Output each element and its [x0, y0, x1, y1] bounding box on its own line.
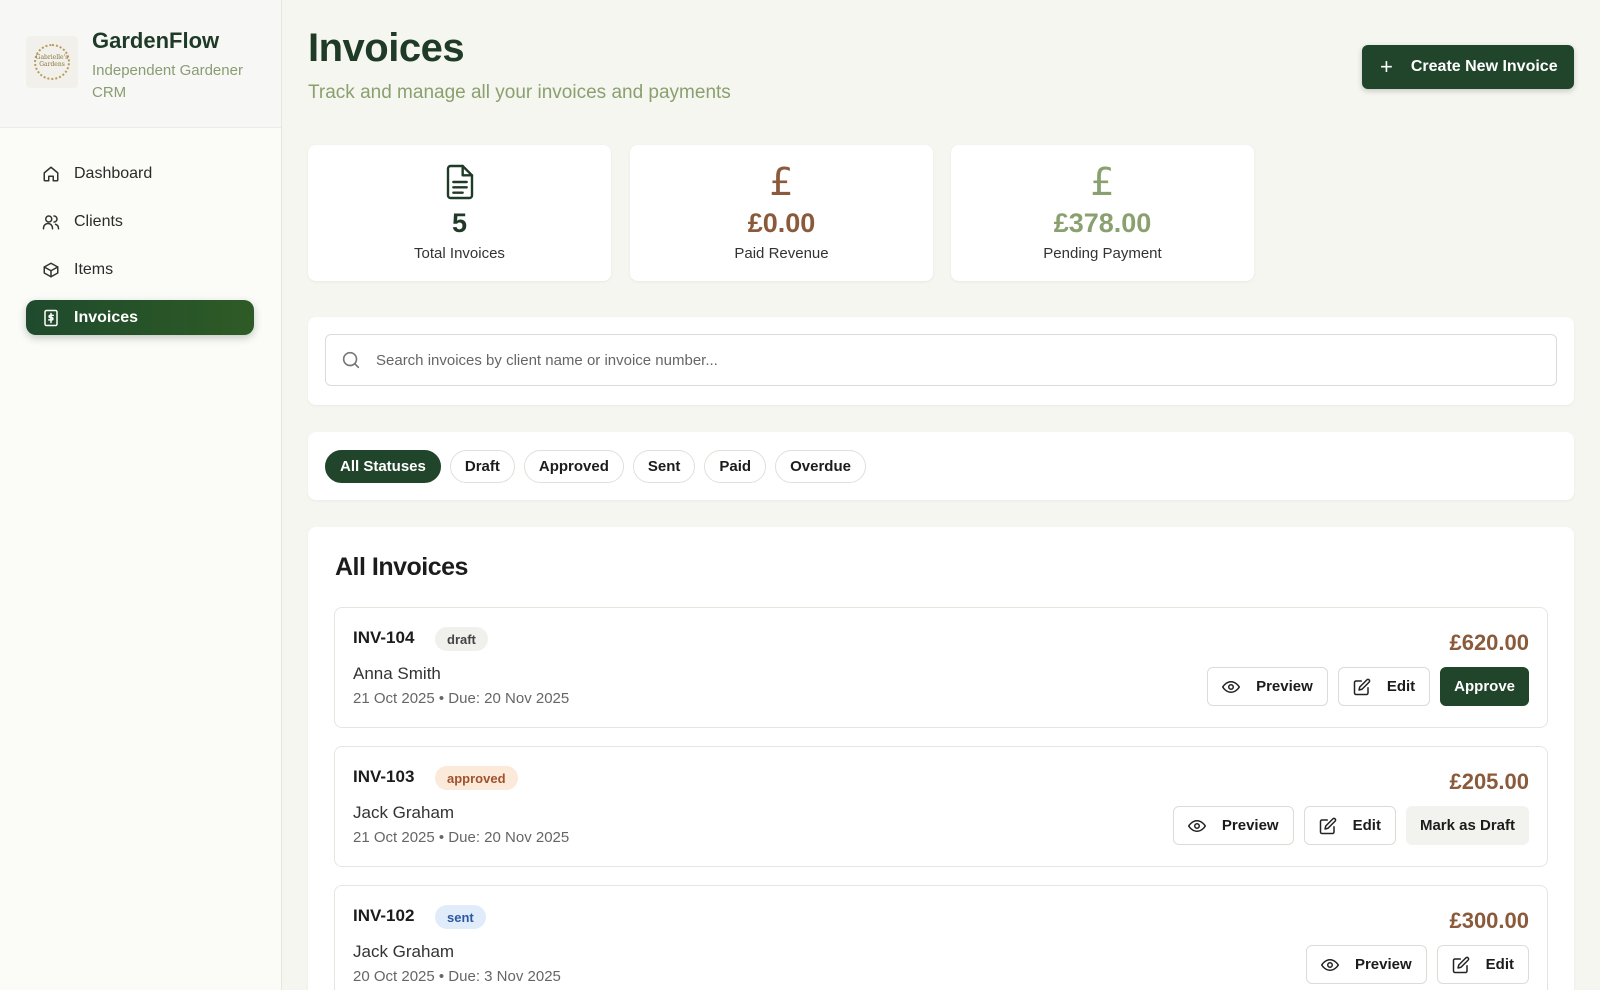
edit-icon — [1452, 956, 1470, 974]
preview-label: Preview — [1354, 956, 1412, 973]
search-card — [308, 317, 1574, 405]
stat-label: Paid Revenue — [734, 245, 829, 262]
invoice-number: INV-102 — [353, 906, 415, 925]
sidebar: Gabrielle's Gardens GardenFlow Independen… — [0, 0, 282, 990]
edit-label: Edit — [1386, 678, 1416, 695]
sidebar-item-dashboard[interactable]: Dashboard — [26, 156, 254, 191]
eye-icon — [1222, 678, 1241, 696]
filter-overdue[interactable]: Overdue — [775, 449, 866, 483]
filter-draft[interactable]: Draft — [449, 449, 515, 483]
page-title: Invoices — [308, 26, 465, 70]
filter-paid[interactable]: Paid — [704, 449, 767, 483]
invoice-dates: 20 Oct 2025 • Due: 3 Nov 2025 — [353, 968, 561, 985]
document-icon — [308, 162, 611, 202]
invoice-dates: 21 Oct 2025 • Due: 20 Nov 2025 — [353, 690, 570, 707]
sidebar-item-clients[interactable]: Clients — [26, 204, 254, 239]
brand-header: Gabrielle's Gardens GardenFlow Independen… — [0, 0, 281, 128]
approve-button[interactable]: Approve — [1440, 667, 1529, 706]
brand-name: GardenFlow — [92, 28, 220, 53]
status-filter-bar: All Statuses Draft Approved Sent Paid Ov… — [308, 432, 1574, 500]
invoice-icon — [42, 309, 60, 327]
sidebar-item-invoices[interactable]: Invoices — [26, 300, 254, 335]
invoice-amount: £620.00 — [1449, 630, 1529, 655]
client-name: Jack Graham — [353, 803, 455, 822]
brand-logo[interactable]: Gabrielle's Gardens — [26, 36, 78, 88]
invoice-row[interactable]: INV-104 draft Anna Smith 21 Oct 2025 • D… — [334, 607, 1548, 728]
edit-button[interactable]: Edit — [1303, 806, 1396, 845]
edit-label: Edit — [1352, 817, 1381, 834]
invoice-dates: 21 Oct 2025 • Due: 20 Nov 2025 — [353, 829, 570, 846]
preview-label: Preview — [1256, 678, 1313, 695]
plus-icon: + — [1380, 54, 1393, 79]
brand-subtitle: Independent Gardener CRM — [92, 62, 243, 101]
filter-all-statuses[interactable]: All Statuses — [325, 449, 441, 483]
sidebar-nav: Dashboard Clients Items Invoices — [0, 128, 281, 335]
status-badge: draft — [435, 627, 488, 651]
preview-button[interactable]: Preview — [1207, 667, 1328, 706]
invoice-amount: £300.00 — [1449, 908, 1529, 933]
status-badge: approved — [435, 766, 518, 790]
invoice-number: INV-103 — [353, 767, 415, 786]
stat-card-paid-revenue: £ £0.00 Paid Revenue — [630, 145, 933, 281]
invoice-list-card: All Invoices INV-104 draft Anna Smith 21… — [308, 527, 1574, 990]
page-subtitle: Track and manage all your invoices and p… — [308, 82, 731, 103]
preview-button[interactable]: Preview — [1305, 945, 1427, 984]
stat-label: Total Invoices — [414, 245, 505, 262]
pound-icon: £ — [1090, 160, 1115, 204]
create-invoice-button[interactable]: + Create New Invoice — [1362, 45, 1574, 89]
users-icon — [42, 213, 60, 231]
create-invoice-label: Create New Invoice — [1410, 58, 1558, 75]
pound-icon: £ — [769, 160, 794, 204]
preview-label: Preview — [1221, 817, 1279, 834]
mark-as-draft-button[interactable]: Mark as Draft — [1405, 806, 1529, 845]
sidebar-item-label: Clients — [74, 212, 123, 230]
stat-value: £378.00 — [1053, 208, 1152, 238]
stat-card-pending-payment: £ £378.00 Pending Payment — [951, 145, 1254, 281]
stat-card-total-invoices: 5 Total Invoices — [308, 145, 611, 281]
preview-button[interactable]: Preview — [1172, 806, 1294, 845]
invoice-row[interactable]: INV-102 sent Jack Graham 20 Oct 2025 • D… — [334, 885, 1548, 990]
box-icon — [42, 261, 60, 279]
edit-button[interactable]: Edit — [1436, 945, 1529, 984]
sidebar-item-label: Invoices — [74, 308, 139, 326]
invoice-number: INV-104 — [353, 628, 415, 647]
sidebar-item-items[interactable]: Items — [26, 252, 254, 287]
edit-icon — [1353, 678, 1371, 696]
eye-icon — [1320, 956, 1339, 974]
stat-value: 5 — [451, 208, 468, 238]
filter-sent[interactable]: Sent — [632, 449, 696, 483]
stat-value: £0.00 — [747, 208, 816, 238]
search-input[interactable] — [376, 351, 1476, 369]
eye-icon — [1187, 817, 1206, 835]
stat-label: Pending Payment — [1043, 245, 1162, 262]
status-badge: sent — [435, 905, 486, 929]
invoice-actions: Preview Edit Mark as Draft — [1163, 806, 1529, 845]
edit-label: Edit — [1485, 956, 1514, 973]
invoice-amount: £205.00 — [1449, 769, 1529, 794]
invoice-actions: Preview Edit — [1296, 945, 1529, 984]
home-icon — [42, 165, 60, 183]
list-title: All Invoices — [335, 553, 468, 581]
sidebar-item-label: Items — [74, 260, 114, 278]
edit-button[interactable]: Edit — [1337, 667, 1431, 706]
search-icon — [340, 349, 362, 371]
search-box[interactable] — [325, 334, 1557, 386]
invoice-row[interactable]: INV-103 approved Jack Graham 21 Oct 2025… — [334, 746, 1548, 867]
logo-emblem: Gabrielle's Gardens — [34, 44, 70, 80]
edit-icon — [1319, 817, 1337, 835]
client-name: Jack Graham — [353, 942, 455, 961]
client-name: Anna Smith — [353, 664, 441, 683]
sidebar-item-label: Dashboard — [74, 164, 153, 182]
invoice-actions: Preview Edit Approve — [1197, 667, 1529, 706]
filter-approved[interactable]: Approved — [523, 449, 624, 483]
